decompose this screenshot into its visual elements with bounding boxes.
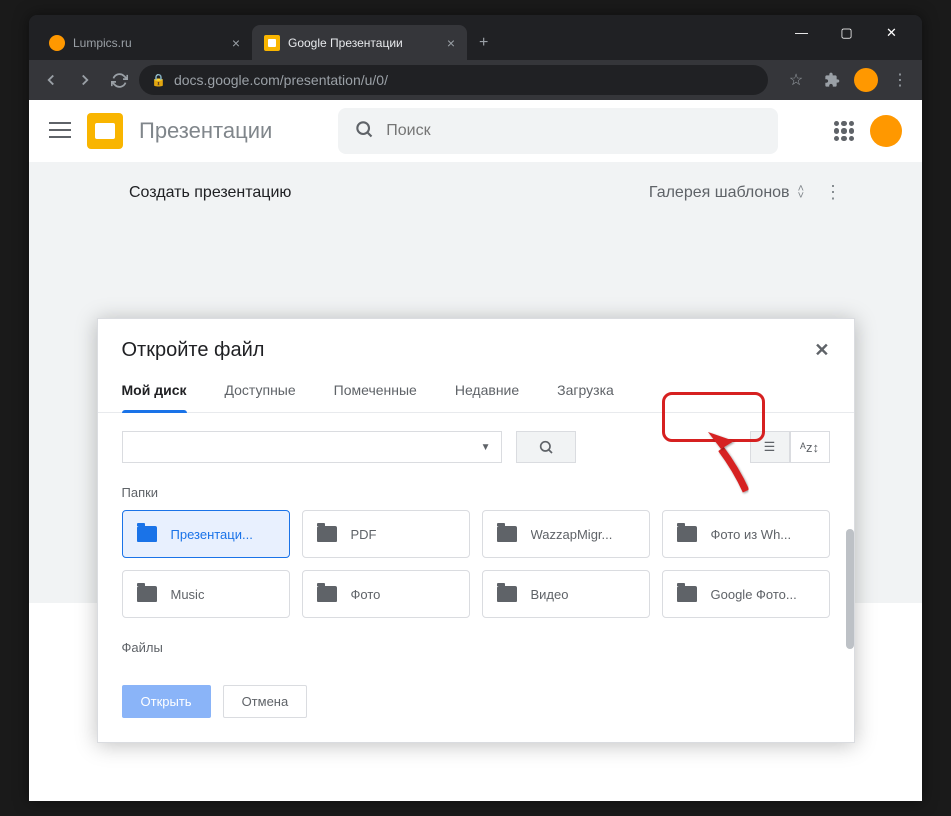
modal-footer: Открыть Отмена	[98, 665, 854, 742]
bookmark-button[interactable]: ☆	[782, 66, 810, 94]
scrollbar-thumb[interactable]	[846, 529, 854, 649]
browser-tab-lumpics[interactable]: Lumpics.ru ×	[37, 25, 252, 60]
close-icon[interactable]: ×	[447, 35, 455, 51]
tab-shared[interactable]: Доступные	[225, 370, 296, 412]
folder-icon	[497, 586, 517, 602]
tab-starred[interactable]: Помеченные	[334, 370, 417, 412]
maximize-button[interactable]: ▢	[824, 25, 869, 41]
tab-recent[interactable]: Недавние	[455, 370, 519, 412]
search-row: ▼ ☰ ᴬᴢ↕	[98, 413, 854, 463]
url-text: docs.google.com/presentation/u/0/	[174, 72, 388, 88]
window-controls: — ▢ ✕	[771, 15, 922, 50]
folder-icon	[497, 526, 517, 542]
lock-icon: 🔒	[151, 73, 166, 87]
tab-title: Google Презентации	[288, 36, 439, 50]
tab-my-drive[interactable]: Мой диск	[122, 370, 187, 412]
profile-avatar[interactable]	[854, 68, 878, 92]
browser-menu-button[interactable]: ⋮	[886, 66, 914, 94]
modal-close-button[interactable]: ✕	[814, 340, 829, 361]
folder-item[interactable]: WazzapMigr...	[482, 510, 650, 558]
titlebar: Lumpics.ru × Google Презентации × + — ▢ …	[29, 15, 922, 60]
modal-title: Откройте файл	[122, 339, 265, 362]
folder-icon	[317, 586, 337, 602]
folder-icon	[677, 586, 697, 602]
favicon-lumpics	[49, 35, 65, 51]
folder-item[interactable]: Презентаци...	[122, 510, 290, 558]
folder-item[interactable]: Фото из Wh...	[662, 510, 830, 558]
folder-item[interactable]: Видео	[482, 570, 650, 618]
folder-item[interactable]: PDF	[302, 510, 470, 558]
chevron-down-icon: ▼	[481, 442, 491, 453]
folder-icon	[317, 526, 337, 542]
favicon-slides	[264, 35, 280, 51]
page-content: Презентации Создать презентацию Галерея …	[29, 100, 922, 801]
tab-title: Lumpics.ru	[73, 36, 224, 50]
folder-item[interactable]: Music	[122, 570, 290, 618]
extensions-button[interactable]	[818, 66, 846, 94]
browser-tab-slides[interactable]: Google Презентации ×	[252, 25, 467, 60]
files-section-label: Файлы	[98, 618, 854, 665]
close-icon[interactable]: ×	[232, 35, 240, 51]
folder-icon	[137, 586, 157, 602]
folder-item[interactable]: Фото	[302, 570, 470, 618]
tab-upload[interactable]: Загрузка	[557, 370, 614, 412]
forward-button[interactable]	[71, 66, 99, 94]
folder-item[interactable]: Google Фото...	[662, 570, 830, 618]
url-input[interactable]: 🔒 docs.google.com/presentation/u/0/	[139, 65, 768, 95]
filter-dropdown[interactable]: ▼	[122, 431, 502, 463]
open-button[interactable]: Открыть	[122, 685, 211, 718]
search-button[interactable]	[516, 431, 576, 463]
address-bar: 🔒 docs.google.com/presentation/u/0/ ☆ ⋮	[29, 60, 922, 100]
modal-tabs: Мой диск Доступные Помеченные Недавние З…	[98, 370, 854, 413]
browser-tabs: Lumpics.ru × Google Презентации × +	[37, 25, 771, 60]
file-picker-modal: Откройте файл ✕ Мой диск Доступные Помеч…	[97, 318, 855, 743]
sort-button[interactable]: ᴬᴢ↕	[790, 431, 830, 463]
folders-section-label: Папки	[98, 463, 854, 510]
modal-overlay: Откройте файл ✕ Мой диск Доступные Помеч…	[29, 100, 922, 801]
browser-window: Lumpics.ru × Google Презентации × + — ▢ …	[29, 15, 922, 801]
reload-button[interactable]	[105, 66, 133, 94]
minimize-button[interactable]: —	[779, 25, 824, 40]
new-tab-button[interactable]: +	[467, 34, 500, 52]
back-button[interactable]	[37, 66, 65, 94]
folder-icon	[137, 526, 157, 542]
list-view-button[interactable]: ☰	[750, 431, 790, 463]
folders-grid: Презентаци... PDF WazzapMigr... Фото из …	[98, 510, 854, 618]
close-button[interactable]: ✕	[869, 25, 914, 41]
cancel-button[interactable]: Отмена	[223, 685, 308, 718]
folder-icon	[677, 526, 697, 542]
